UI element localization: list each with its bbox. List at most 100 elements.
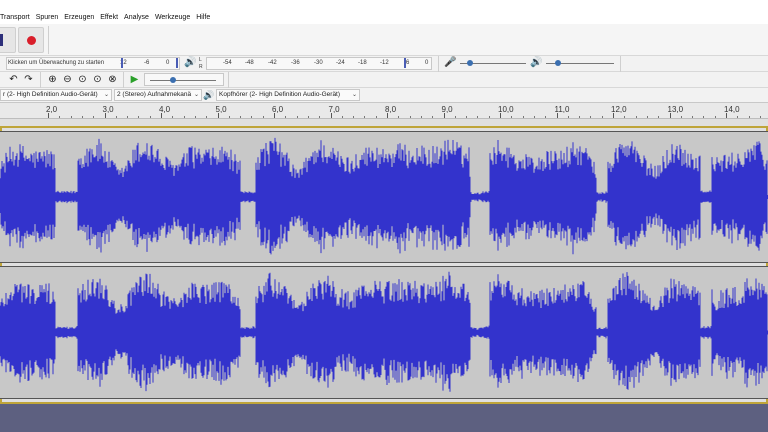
- playback-device-value: Kopfhörer (2- High Definition Audio-Gerä…: [219, 91, 341, 98]
- timeline-label: 6,0: [272, 105, 284, 114]
- zoom-in-icon[interactable]: ⊕: [46, 73, 59, 86]
- menu-spuren[interactable]: Spuren: [33, 14, 62, 22]
- timeline-minor-tick: [522, 116, 524, 118]
- record-button[interactable]: [18, 27, 44, 53]
- timeline-minor-tick: [567, 116, 569, 118]
- zoom-selection-icon[interactable]: ⊙: [76, 73, 89, 86]
- timeline-minor-tick: [488, 116, 490, 118]
- edit-toolbar: ↶ ↷ ⊕ ⊖ ⊙ ⊙ ⊗ ▶: [0, 72, 768, 88]
- menu-bar: Transport Spuren Erzeugen Effekt Analyse…: [0, 0, 768, 24]
- timeline-label: 10,0: [498, 105, 514, 114]
- timeline-minor-tick: [635, 116, 637, 118]
- playback-meter-marker: [404, 58, 406, 68]
- timeline-minor-tick: [364, 116, 366, 118]
- timeline-minor-tick: [127, 116, 129, 118]
- playback-volume-knob[interactable]: [555, 60, 561, 66]
- playback-scale-42: -42: [268, 60, 277, 66]
- timeline-minor-tick: [172, 116, 174, 118]
- timeline-label: 2,0: [46, 105, 58, 114]
- audio-host-select[interactable]: r (2- High Definition Audio-Gerät) ⌄: [0, 89, 112, 101]
- timeline-minor-tick: [353, 116, 355, 118]
- toolbar-divider: [620, 56, 621, 72]
- timeline-label: 4,0: [159, 105, 171, 114]
- chevron-down-icon: ⌄: [193, 92, 199, 98]
- chevron-down-icon: ⌄: [103, 92, 109, 98]
- timeline-minor-tick: [341, 116, 343, 118]
- timeline-minor-tick: [545, 116, 547, 118]
- zoom-toggle-icon[interactable]: ⊗: [106, 73, 119, 86]
- timeline-minor-tick: [420, 116, 422, 118]
- waveform: [0, 137, 768, 255]
- waveform-center-band: [0, 195, 768, 199]
- timeline-minor-tick: [194, 116, 196, 118]
- record-scale-0: 0: [166, 60, 170, 66]
- waveform: [0, 271, 768, 392]
- timeline-label: 9,0: [441, 105, 453, 114]
- track-area: [0, 119, 768, 432]
- redo-icon[interactable]: ↷: [22, 73, 35, 86]
- timeline-minor-tick: [115, 116, 117, 118]
- timeline-minor-tick: [409, 116, 411, 118]
- undo-icon[interactable]: ↶: [7, 73, 20, 86]
- audio-host-value: r (2- High Definition Audio-Gerät): [3, 91, 98, 98]
- timeline-minor-tick: [477, 116, 479, 118]
- timeline-minor-tick: [240, 116, 242, 118]
- recording-channels-value: 2 (Stereo) Aufnahmekanä: [117, 91, 192, 98]
- timeline-minor-tick: [228, 116, 230, 118]
- playback-channel-left: L: [199, 57, 202, 63]
- timeline-minor-tick: [138, 116, 140, 118]
- pause-button[interactable]: [0, 27, 16, 53]
- playback-speed-knob[interactable]: [170, 77, 176, 83]
- play-at-speed-icon[interactable]: ▶: [128, 73, 141, 86]
- playback-scale-30: -30: [314, 60, 323, 66]
- menu-effekt[interactable]: Effekt: [97, 14, 121, 22]
- timeline-minor-tick: [432, 116, 434, 118]
- timeline-minor-tick: [466, 116, 468, 118]
- menu-transport[interactable]: Transport: [0, 14, 33, 22]
- playback-scale-36: -36: [291, 60, 300, 66]
- timeline-minor-tick: [149, 116, 151, 118]
- playback-scale-24: -24: [336, 60, 345, 66]
- timeline-minor-tick: [692, 116, 694, 118]
- playback-speed-slider[interactable]: [150, 80, 216, 81]
- playback-channel-right: R: [199, 64, 203, 70]
- chevron-down-icon: ⌄: [351, 92, 357, 98]
- timeline-minor-tick: [319, 116, 321, 118]
- toolbar-divider: [40, 72, 41, 88]
- timeline-minor-tick: [398, 116, 400, 118]
- menu-erzeugen[interactable]: Erzeugen: [61, 14, 97, 22]
- empty-track-area: [0, 404, 768, 432]
- timeline-minor-tick: [206, 116, 208, 118]
- track-channel-left[interactable]: [0, 131, 768, 263]
- timeline-minor-tick: [59, 116, 61, 118]
- playback-device-select[interactable]: Kopfhörer (2- High Definition Audio-Gerä…: [216, 89, 360, 101]
- zoom-fit-icon[interactable]: ⊙: [91, 73, 104, 86]
- record-meter-marker: [121, 58, 123, 68]
- playback-scale-48: -48: [245, 60, 254, 66]
- timeline-label: 7,0: [328, 105, 340, 114]
- timeline-ruler[interactable]: 2,0 3,0 4,0 5,0 6,0 7,0 8,0 9,0 10,0 11,0 12,0 13,0…: [0, 103, 768, 119]
- menu-hilfe[interactable]: Hilfe: [193, 14, 213, 22]
- timeline-minor-tick: [307, 116, 309, 118]
- timeline-minor-tick: [285, 116, 287, 118]
- timeline-minor-tick: [81, 116, 83, 118]
- timeline-minor-tick: [646, 116, 648, 118]
- timeline-minor-tick: [748, 116, 750, 118]
- microphone-icon: 🎤: [444, 57, 457, 68]
- timeline-label: 12,0: [611, 105, 627, 114]
- record-volume-knob[interactable]: [467, 60, 473, 66]
- record-meter-hint[interactable]: Klicken um Überwachung zu starten: [8, 60, 104, 66]
- timeline-label: 13,0: [667, 105, 684, 114]
- timeline-label: 8,0: [385, 105, 397, 114]
- speaker-icon: 🔊: [530, 57, 543, 68]
- timeline-minor-tick: [251, 116, 253, 118]
- zoom-out-icon[interactable]: ⊖: [61, 73, 74, 86]
- track-channel-right[interactable]: [0, 266, 768, 399]
- transport-toolbar: [0, 24, 768, 56]
- record-icon: [27, 36, 36, 45]
- menu-analyse[interactable]: Analyse: [121, 14, 152, 22]
- menu-werkzeuge[interactable]: Werkzeuge: [152, 14, 193, 22]
- timeline-label: 14,0: [724, 105, 740, 114]
- recording-channels-select[interactable]: 2 (Stereo) Aufnahmekanä ⌄: [114, 89, 202, 101]
- timeline-minor-tick: [183, 116, 185, 118]
